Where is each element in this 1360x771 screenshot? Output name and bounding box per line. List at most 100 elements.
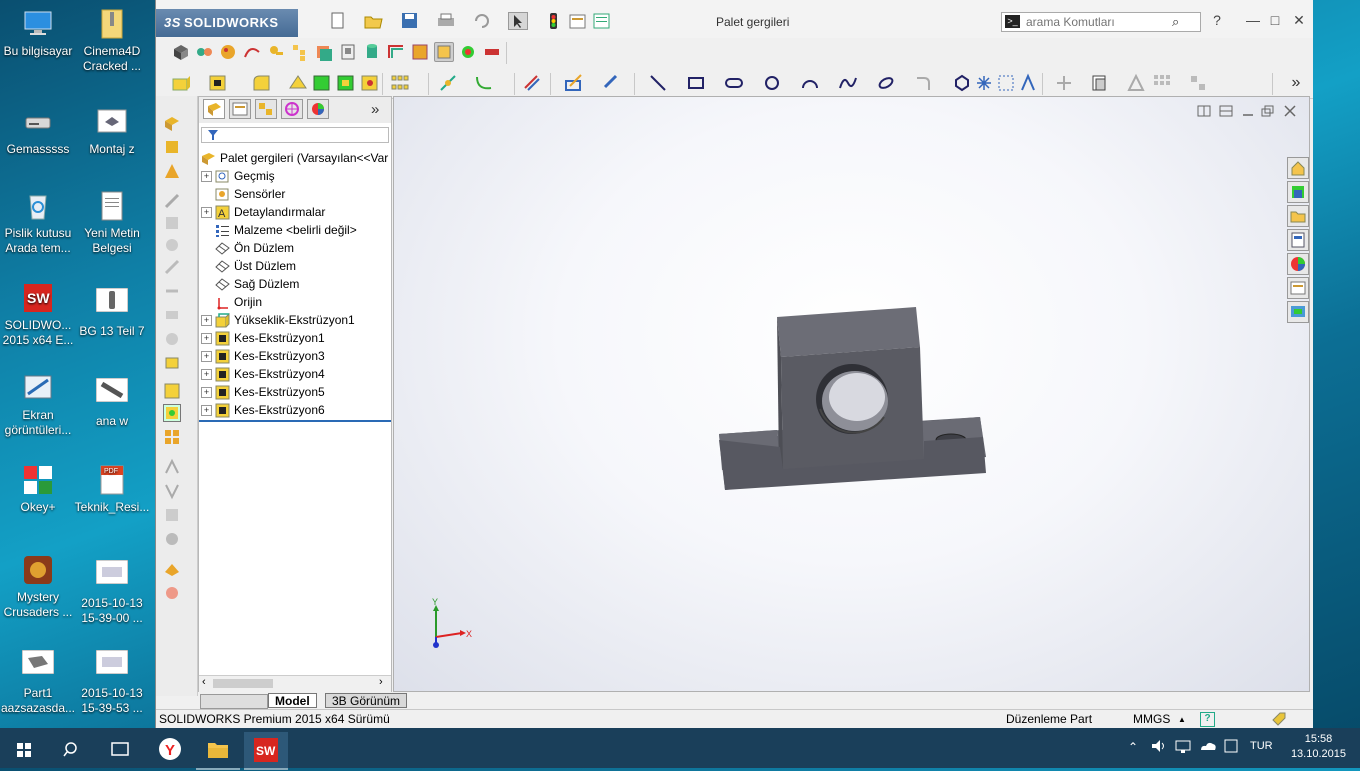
solidworks-resources-icon[interactable]: [1287, 157, 1309, 179]
rollback-bar[interactable]: [199, 420, 391, 422]
tree-node[interactable]: Ön Düzlem: [201, 239, 294, 257]
offset-icon[interactable]: [1054, 73, 1074, 93]
ellipse-icon[interactable]: [876, 73, 896, 93]
mate-icon[interactable]: [194, 42, 214, 62]
tree-node[interactable]: + Yükseklik-Ekstrüzyon1: [201, 311, 355, 329]
mirror-sketch-icon[interactable]: [1126, 73, 1146, 93]
clock[interactable]: 15:58 13.10.2015: [1291, 732, 1346, 762]
extrude-cut-icon[interactable]: [208, 73, 228, 93]
appearance-icon[interactable]: [218, 42, 238, 62]
tree-node[interactable]: Üst Düzlem: [201, 257, 296, 275]
task-view-icon[interactable]: [98, 732, 142, 768]
configuration-manager-tab-icon[interactable]: [255, 99, 277, 119]
sketch-pattern-icon[interactable]: [1152, 73, 1172, 93]
realview-icon[interactable]: [458, 42, 478, 62]
tree-node[interactable]: + Kes-Ekstrüzyon4: [201, 365, 325, 383]
appearances-scenes-icon[interactable]: [1287, 253, 1309, 275]
desktop-icon-mystery-crusaders[interactable]: Mystery Crusaders ...: [0, 554, 76, 620]
extruded-boss-base-icon[interactable]: [163, 114, 181, 132]
help-icon[interactable]: ?: [1206, 10, 1228, 30]
rectangle-icon[interactable]: [686, 73, 706, 93]
trim-icon[interactable]: [996, 73, 1016, 93]
desktop-icon-screenshot-2[interactable]: 2015-10-13 15-39-53 ...: [74, 649, 150, 716]
search-input[interactable]: [1026, 14, 1166, 30]
save-icon[interactable]: [400, 12, 420, 30]
minimize-button[interactable]: —: [1242, 10, 1264, 30]
tree-node[interactable]: Sensörler: [201, 185, 285, 203]
unit-dropdown-icon[interactable]: ▲: [1178, 710, 1186, 729]
maximize-button[interactable]: □: [1264, 10, 1286, 30]
tab-3d-view[interactable]: 3B Görünüm: [325, 693, 408, 708]
swept-cut-icon[interactable]: [163, 282, 181, 300]
open-folder-icon[interactable]: [364, 12, 384, 30]
expand-toggle-icon[interactable]: +: [201, 315, 212, 327]
scroll-right-icon[interactable]: ›: [379, 676, 383, 688]
desktop-icon-screenshots[interactable]: Ekran görüntüleri...: [0, 372, 76, 438]
expand-toggle-icon[interactable]: +: [201, 405, 212, 417]
fillet-sketch-icon[interactable]: [914, 73, 934, 93]
polygon-icon[interactable]: [952, 73, 972, 93]
notification-icon[interactable]: [1222, 738, 1240, 757]
tab-model[interactable]: Model: [268, 693, 317, 708]
spline-icon[interactable]: [838, 73, 858, 93]
pattern-icon[interactable]: [336, 73, 356, 93]
solidworks-logo[interactable]: 3S SOLIDWORKS: [156, 9, 298, 37]
lofted-cut-icon[interactable]: [163, 306, 181, 324]
reference-plane-icon[interactable]: [163, 560, 181, 578]
curves-strip-icon[interactable]: [163, 584, 181, 602]
draft-icon[interactable]: [163, 458, 181, 476]
tree-icon[interactable]: [290, 42, 310, 62]
desktop-icon-this-pc[interactable]: Bu bilgisayar: [0, 8, 76, 59]
slot-icon[interactable]: [724, 73, 744, 93]
undo-icon[interactable]: [472, 12, 492, 30]
expand-toggle-icon[interactable]: +: [201, 171, 212, 183]
dimxpert-tab-icon[interactable]: [281, 99, 303, 119]
scroll-left-icon[interactable]: ‹: [202, 676, 206, 688]
volume-icon[interactable]: [1150, 738, 1168, 757]
mirror-icon[interactable]: [360, 73, 380, 93]
tree-horizontal-scrollbar[interactable]: ‹ ›: [199, 675, 391, 692]
tree-node[interactable]: Sağ Düzlem: [201, 275, 299, 293]
start-button[interactable]: [2, 732, 46, 768]
hole-wizard-icon[interactable]: [163, 354, 181, 372]
file-explorer-taskbar-icon[interactable]: [196, 732, 240, 770]
boundary-cut-icon[interactable]: [163, 330, 181, 348]
options-icon[interactable]: [592, 12, 612, 30]
desktop-icon-part1[interactable]: Part1 aazsazasda...: [0, 649, 76, 716]
tab-nav-arrows[interactable]: [200, 694, 268, 709]
move-entities-icon[interactable]: [1188, 73, 1208, 93]
expand-toggle-icon[interactable]: +: [201, 351, 212, 363]
linear-pattern-strip-icon[interactable]: [163, 428, 181, 446]
circle-icon[interactable]: [762, 73, 782, 93]
intersect-icon[interactable]: [163, 530, 181, 548]
swept-boss-icon[interactable]: [163, 162, 181, 180]
fillet-icon[interactable]: [252, 73, 272, 93]
collapse-panel-icon[interactable]: »: [371, 101, 379, 118]
extrude-boss-icon[interactable]: [171, 73, 191, 93]
desktop-icon-recycle-bin[interactable]: Pislik kutusu Arada tem...: [0, 190, 76, 256]
part-model-3d[interactable]: [394, 97, 1310, 692]
section-view-icon[interactable]: [410, 42, 430, 62]
features-icon[interactable]: [171, 42, 191, 62]
property-manager-tab-icon[interactable]: [229, 99, 251, 119]
line-icon[interactable]: [648, 73, 668, 93]
arc-icon[interactable]: [800, 73, 820, 93]
smart-dimension-icon[interactable]: [602, 73, 622, 93]
sketch-icon[interactable]: [564, 73, 584, 93]
spline-tools-icon[interactable]: [242, 42, 262, 62]
onedrive-icon[interactable]: [1198, 738, 1218, 757]
shell-strip-icon[interactable]: [163, 482, 181, 500]
design-library-icon[interactable]: [1287, 181, 1309, 203]
close-button[interactable]: ✕: [1288, 10, 1310, 30]
help-question-icon[interactable]: ?: [1200, 712, 1215, 727]
text-icon[interactable]: [1018, 73, 1038, 93]
reference-geometry-icon[interactable]: [438, 73, 458, 93]
desktop-icon-ana-w[interactable]: ana w: [74, 377, 150, 429]
sheet-metal-icon[interactable]: [386, 42, 406, 62]
scroll-thumb[interactable]: [213, 679, 273, 688]
search-commands-box[interactable]: >_ ⌕: [1001, 12, 1201, 32]
linear-pattern-icon[interactable]: [390, 73, 410, 93]
keys-icon[interactable]: [266, 42, 286, 62]
yandex-browser-icon[interactable]: Y: [148, 732, 192, 768]
lofted-boss-icon[interactable]: [163, 192, 181, 210]
